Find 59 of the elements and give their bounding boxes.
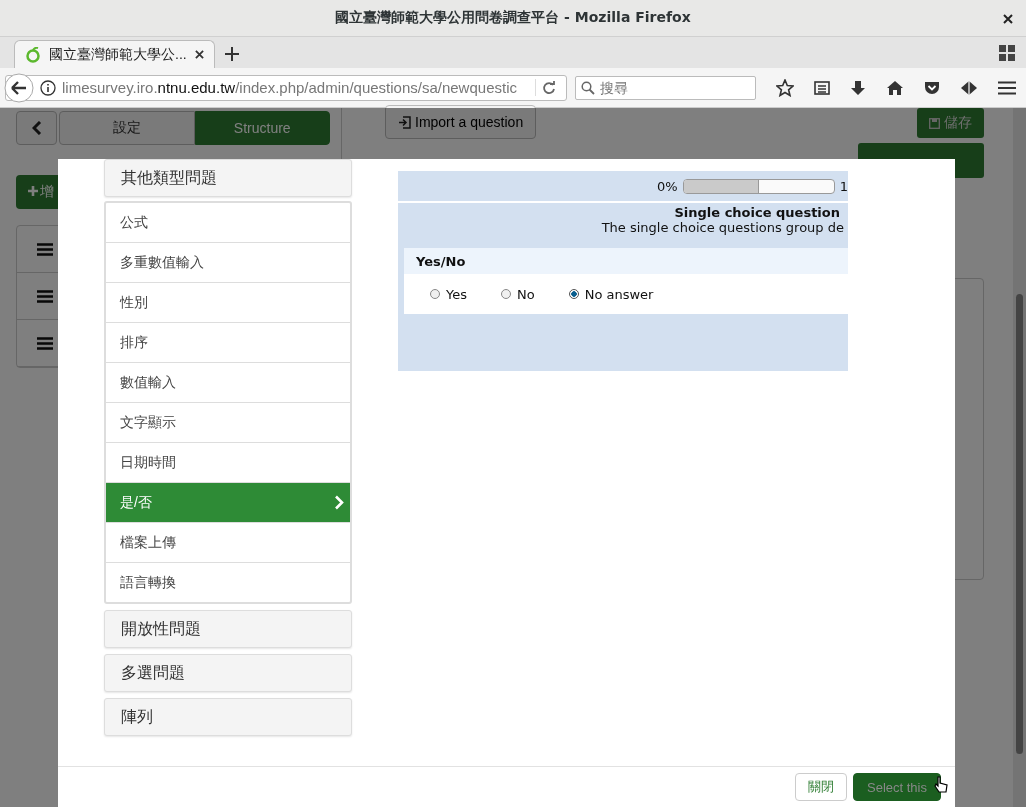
radio-button[interactable]: [430, 289, 440, 299]
hand-cursor-icon: [934, 776, 948, 794]
star-icon[interactable]: [776, 78, 794, 97]
question-type-item[interactable]: 數值輸入: [106, 363, 350, 403]
reload-icon[interactable]: [542, 80, 556, 95]
back-button[interactable]: [16, 111, 57, 145]
question-type-item[interactable]: 多重數值輸入: [106, 243, 350, 283]
drag-handle-icon[interactable]: [37, 242, 53, 256]
address-bar[interactable]: limesurvey.iro.ntnu.edu.tw/index.php/admin/questions/sa/newquestic: [5, 74, 567, 101]
category-header[interactable]: 開放性問題: [104, 610, 352, 648]
chevron-right-icon: [334, 495, 344, 510]
plus-icon: [28, 186, 38, 196]
url-text: limesurvey.iro.ntnu.edu.tw/index.php/admin/questions/sa/newquestic: [62, 79, 536, 96]
tab-title: 國立臺灣師範大學公...: [49, 45, 187, 64]
reading-list-icon[interactable]: [814, 79, 830, 96]
drag-handle-icon[interactable]: [37, 336, 53, 350]
sidebar-tab[interactable]: 設定: [59, 111, 195, 145]
home-icon[interactable]: [886, 79, 904, 96]
floppy-icon: [929, 117, 940, 129]
new-tab-icon[interactable]: [224, 47, 239, 61]
browser-tab[interactable]: 國立臺灣師範大學公...: [14, 40, 215, 68]
dialog-button[interactable]: 關閉: [795, 773, 847, 801]
grid-icon[interactable]: [999, 45, 1015, 61]
import-icon: [398, 115, 411, 129]
scrollbar-thumb[interactable]: [1016, 294, 1023, 754]
question-type-item[interactable]: 性別: [106, 283, 350, 323]
question-title: Yes/No: [404, 248, 848, 274]
radio-option[interactable]: No answer: [568, 286, 654, 302]
group-description: The single choice questions group de: [600, 220, 844, 235]
question-type-item[interactable]: 語言轉換: [106, 563, 350, 602]
radio-option[interactable]: No: [501, 286, 535, 302]
category-header[interactable]: 多選問題: [104, 654, 352, 692]
close-icon[interactable]: [194, 50, 204, 59]
radio-button[interactable]: [501, 289, 511, 299]
question-type-item[interactable]: 文字顯示: [106, 403, 350, 443]
progress-start-label: 0%: [657, 178, 678, 194]
category-header[interactable]: 其他類型問題: [104, 159, 352, 197]
pocket-icon[interactable]: [924, 79, 940, 96]
category-header[interactable]: 陣列: [104, 698, 352, 736]
progress-end-label: 1: [839, 178, 848, 194]
info-icon[interactable]: [40, 79, 56, 96]
window-title: 國立臺灣師範大學公用問卷調查平台 - Mozilla Firefox: [335, 9, 691, 27]
download-icon[interactable]: [850, 79, 866, 96]
question-type-item[interactable]: 是/否: [106, 483, 350, 523]
chevron-left-icon: [31, 121, 42, 135]
question-type-item[interactable]: 檔案上傳: [106, 523, 350, 563]
search-icon: [581, 80, 595, 95]
drag-handle-icon[interactable]: [37, 289, 53, 303]
radio-button[interactable]: [568, 289, 579, 299]
group-title: Single choice question: [673, 205, 840, 220]
lime-icon: [25, 46, 41, 63]
question-type-item[interactable]: 公式: [106, 203, 350, 243]
scrollbar[interactable]: [1013, 108, 1026, 807]
search-field[interactable]: 搜尋: [575, 75, 756, 100]
menu-icon[interactable]: [998, 80, 1016, 95]
radio-option[interactable]: Yes: [430, 286, 467, 302]
question-type-item[interactable]: 排序: [106, 323, 350, 363]
import-button[interactable]: Import a question: [385, 105, 537, 139]
close-icon[interactable]: [1003, 14, 1013, 24]
